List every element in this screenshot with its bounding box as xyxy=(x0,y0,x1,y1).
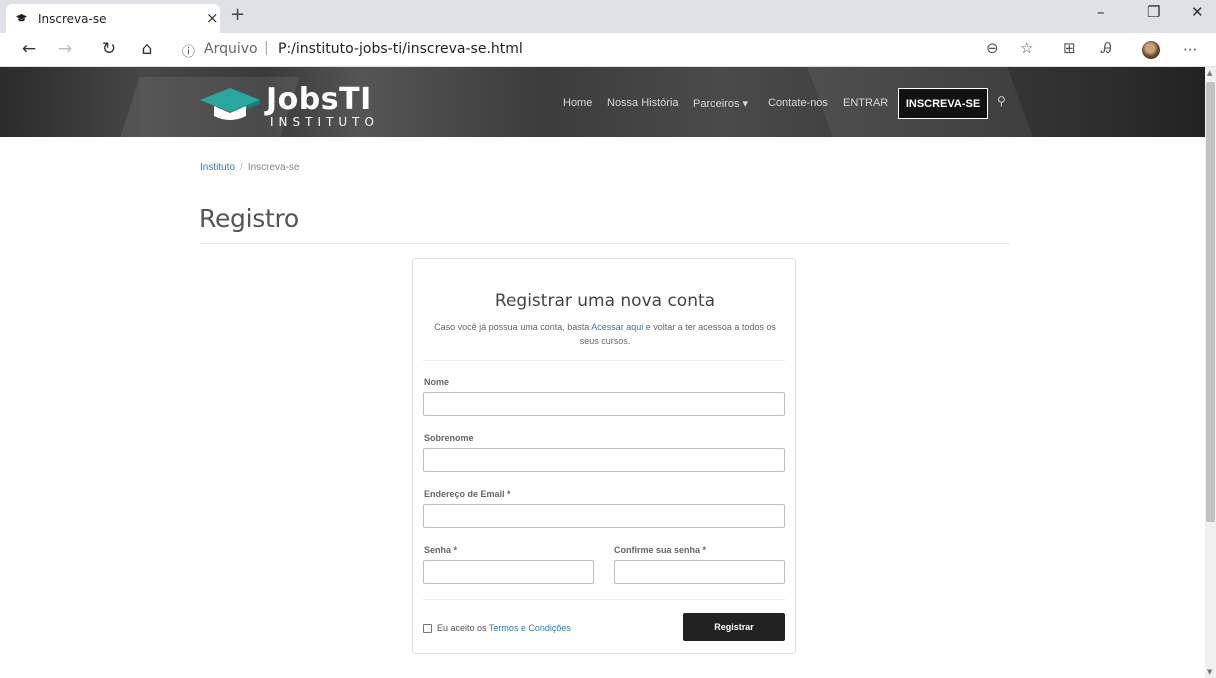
browser-address-bar: ← → ↻ ⌂ ⓘ Arquivo | P:/instituto-jobs-ti… xyxy=(0,33,1216,67)
tab-close-icon[interactable]: × xyxy=(206,9,219,27)
breadcrumb-link-instituto[interactable]: Instituto xyxy=(200,162,235,173)
browser-tab-bar: Inscreva-se × + – ❐ ✕ xyxy=(0,0,1216,33)
nav-link-parceiros[interactable]: Parceiros ▾ xyxy=(693,97,748,110)
site-info-icon[interactable]: ⓘ xyxy=(182,41,195,60)
confirme-senha-input[interactable] xyxy=(614,560,785,584)
divider xyxy=(423,360,785,361)
senha-label: Senha * xyxy=(424,545,458,555)
zoom-out-icon[interactable]: ⊖ xyxy=(986,39,999,57)
nav-link-nossa-historia[interactable]: Nossa História xyxy=(607,97,679,109)
form-desc-text: Caso você já possua uma conta, basta xyxy=(434,322,592,332)
nome-label: Nome xyxy=(424,377,450,387)
graduation-cap-icon xyxy=(16,13,27,22)
profile-avatar[interactable] xyxy=(1142,41,1160,59)
new-tab-icon[interactable]: + xyxy=(230,4,245,25)
logo-subtitle: INSTITUTO xyxy=(270,115,379,129)
divider xyxy=(423,599,785,600)
read-aloud-icon[interactable]: Ꭿ xyxy=(1101,39,1112,57)
breadcrumb-separator: / xyxy=(240,162,243,173)
collections-icon[interactable]: ⊞ xyxy=(1063,39,1076,57)
close-window-icon[interactable]: ✕ xyxy=(1191,3,1204,21)
minimize-icon[interactable]: – xyxy=(1097,3,1105,21)
terms-label: Eu aceito os Termos e Condições xyxy=(437,623,571,633)
restore-icon[interactable]: ❐ xyxy=(1147,3,1160,21)
confirme-senha-label: Confirme sua senha * xyxy=(614,545,707,555)
sobrenome-label: Sobrenome xyxy=(424,433,474,443)
scroll-up-icon[interactable]: ▲ xyxy=(1207,69,1212,77)
tab-title: Inscreva-se xyxy=(38,12,107,26)
sobrenome-input[interactable] xyxy=(423,448,785,472)
refresh-icon[interactable]: ↻ xyxy=(98,38,120,60)
form-description: Caso você já possua uma conta, basta Ace… xyxy=(433,320,777,348)
breadcrumb: Instituto / Inscreva-se xyxy=(200,162,300,173)
url-field[interactable]: ⓘ Arquivo | P:/instituto-jobs-ti/inscrev… xyxy=(174,37,1020,63)
termos-condicoes-link[interactable]: Termos e Condições xyxy=(489,623,571,633)
nav-link-entrar[interactable]: ENTRAR xyxy=(843,97,888,109)
home-icon[interactable]: ⌂ xyxy=(136,38,158,60)
scroll-down-icon[interactable]: ▼ xyxy=(1207,668,1212,676)
form-title: Registrar uma nova conta xyxy=(494,291,716,311)
nav-link-contate-nos[interactable]: Contate-nos xyxy=(768,97,828,109)
more-menu-icon[interactable]: ··· xyxy=(1183,41,1197,59)
favorite-star-icon[interactable]: ☆ xyxy=(1020,39,1033,57)
search-icon[interactable]: ⚲ xyxy=(997,94,1006,108)
nome-input[interactable] xyxy=(423,392,785,416)
logo-title[interactable]: JobsTI xyxy=(266,82,372,117)
inscreva-se-button[interactable]: INSCREVA-SE xyxy=(898,88,988,119)
back-icon[interactable]: ← xyxy=(18,38,40,60)
acessar-aqui-link[interactable]: Acessar aqui xyxy=(591,322,643,332)
scrollbar-thumb[interactable] xyxy=(1206,82,1215,522)
graduation-cap-logo-icon[interactable] xyxy=(200,86,260,122)
email-input[interactable] xyxy=(423,504,785,528)
terms-label-text: Eu aceito os xyxy=(437,623,489,633)
site-header: JobsTI INSTITUTO Home Nossa História Par… xyxy=(0,67,1205,137)
nav-link-home[interactable]: Home xyxy=(563,97,592,109)
breadcrumb-current: Inscreva-se xyxy=(247,162,300,173)
url-separator: | xyxy=(264,40,269,56)
registrar-button[interactable]: Registrar xyxy=(683,613,785,641)
senha-input[interactable] xyxy=(423,560,594,584)
page-title: Registro xyxy=(199,204,299,233)
url-scheme-label: Arquivo xyxy=(204,41,258,57)
url-text[interactable]: P:/instituto-jobs-ti/inscreva-se.html xyxy=(278,41,523,57)
forward-icon: → xyxy=(57,39,73,59)
divider xyxy=(200,243,1010,244)
terms-checkbox[interactable] xyxy=(423,624,432,633)
browser-tab-active[interactable]: Inscreva-se × xyxy=(6,4,220,33)
email-label: Endereço de Email * xyxy=(424,489,511,499)
